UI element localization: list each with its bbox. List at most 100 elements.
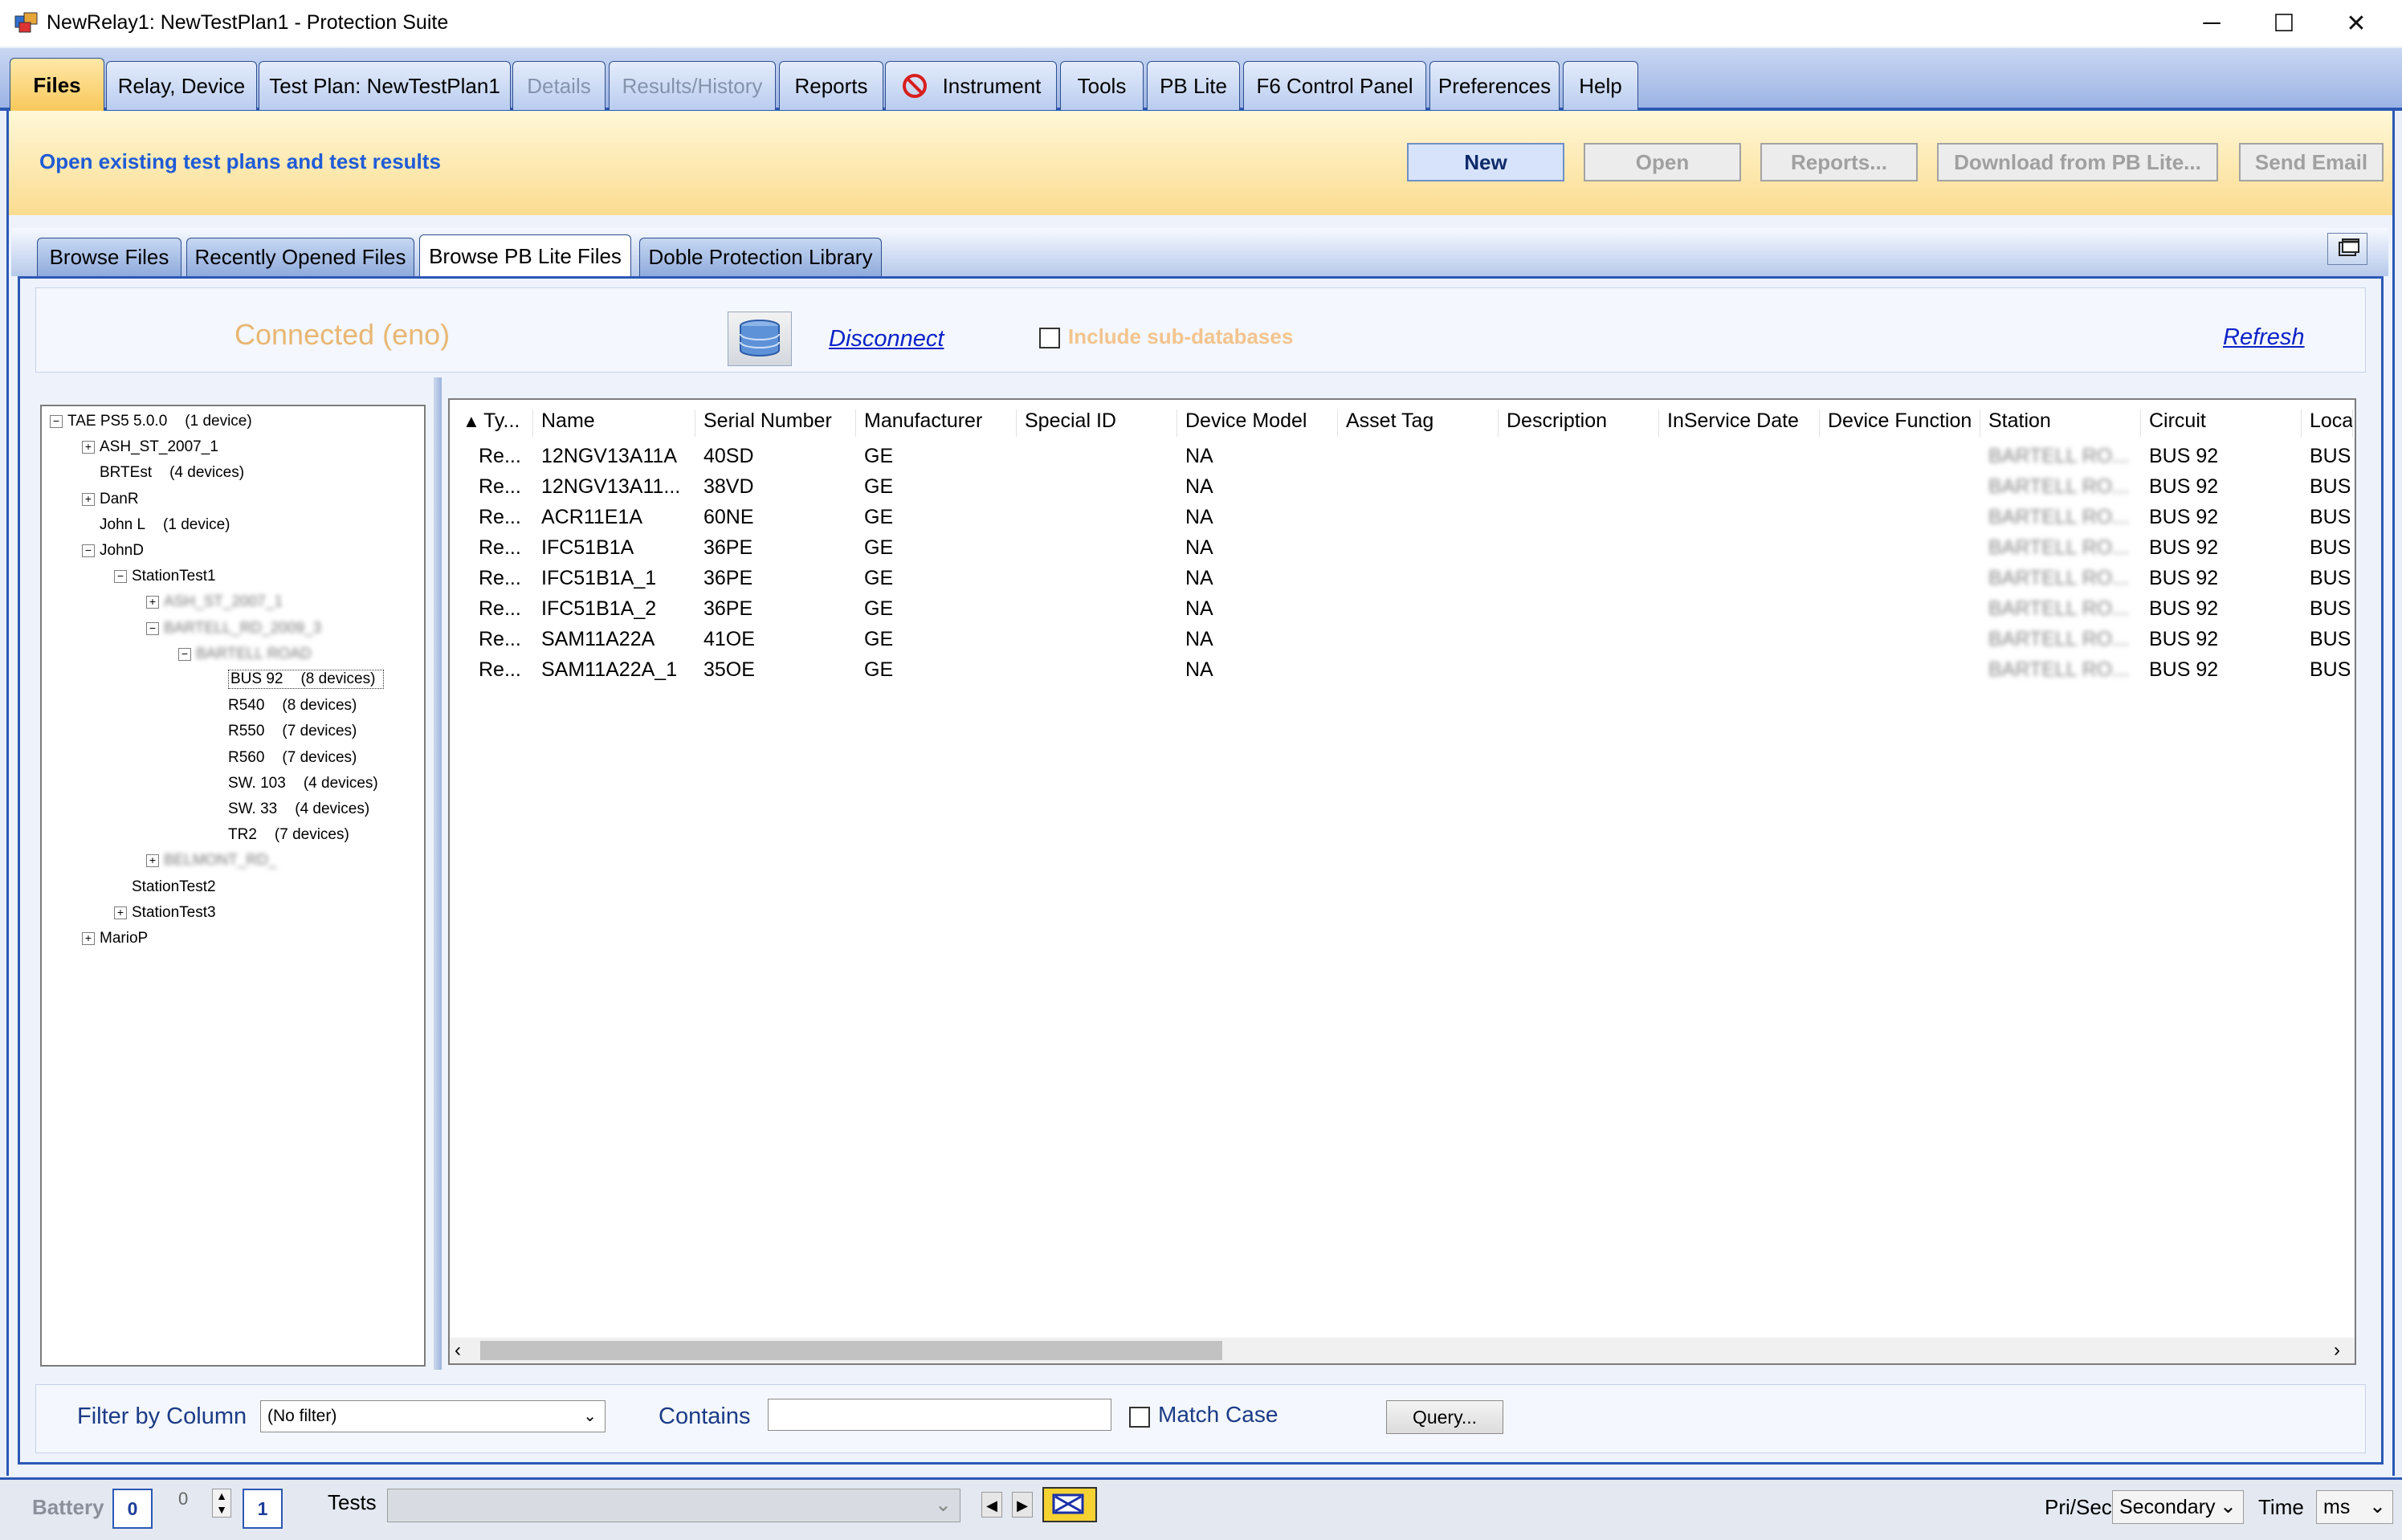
include-sub-databases-checkbox[interactable] xyxy=(1039,328,1060,348)
grid-cell[interactable] xyxy=(1507,536,1656,565)
grid-cell[interactable] xyxy=(1828,628,1977,657)
grid-cell[interactable] xyxy=(1025,567,1174,596)
tree-node[interactable]: TR2 (7 devices) xyxy=(228,826,349,844)
column-header[interactable]: Serial Number xyxy=(695,409,856,437)
grid-cell[interactable]: BUS xyxy=(2310,475,2350,504)
grid-cell[interactable]: NA xyxy=(1185,475,1335,504)
test-status-button[interactable] xyxy=(1042,1487,1097,1522)
tree-node[interactable]: BARTELL ROAD xyxy=(196,646,312,663)
grid-cell[interactable]: BARTELL RO... xyxy=(1988,475,2138,504)
grid-cell[interactable] xyxy=(1507,445,1656,474)
grid-cell[interactable]: 36PE xyxy=(703,567,853,596)
grid-cell[interactable]: NA xyxy=(1185,536,1335,565)
grid-cell[interactable]: GE xyxy=(864,475,1013,504)
download-pb-lite-button[interactable]: Download from PB Lite... xyxy=(1937,143,2218,181)
database-tree[interactable]: − TAE PS5 5.0.0 (1 device) + ASH_ST_2007_1 BR… xyxy=(40,405,426,1367)
column-header[interactable]: Name xyxy=(533,409,695,437)
grid-cell[interactable]: GE xyxy=(864,567,1013,596)
scrollbar-thumb[interactable] xyxy=(480,1341,1222,1360)
grid-cell[interactable]: IFC51B1A xyxy=(541,536,692,565)
grid-cell[interactable] xyxy=(1667,506,1817,535)
column-header[interactable]: Device Model xyxy=(1177,409,1338,437)
grid-cell[interactable] xyxy=(1667,628,1817,657)
splitter-handle[interactable] xyxy=(434,377,442,1370)
time-unit-select[interactable]: ms ⌄ xyxy=(2316,1490,2393,1524)
tree-node[interactable]: SW. 103 (4 devices) xyxy=(228,775,378,792)
column-header[interactable]: Ty... xyxy=(475,409,533,437)
tree-node[interactable]: StationTest3 xyxy=(132,904,216,922)
grid-cell[interactable]: BUS 92 xyxy=(2149,628,2298,657)
column-header[interactable]: Device Function xyxy=(1820,409,1980,437)
refresh-link[interactable]: Refresh xyxy=(2223,324,2305,351)
tree-node[interactable]: StationTest1 xyxy=(132,568,216,585)
grid-cell[interactable]: 36PE xyxy=(703,536,853,565)
pri-sec-select[interactable]: Secondary ⌄ xyxy=(2112,1490,2244,1524)
tab-instrument[interactable]: Instrument xyxy=(885,61,1057,110)
grid-cell[interactable] xyxy=(1025,658,1174,687)
grid-cell[interactable]: Re... xyxy=(479,475,548,504)
grid-cell[interactable]: 35OE xyxy=(703,658,853,687)
grid-cell[interactable]: BARTELL RO... xyxy=(1988,567,2138,596)
grid-cell[interactable] xyxy=(1828,506,1977,535)
match-case-checkbox[interactable] xyxy=(1129,1407,1150,1428)
contains-input[interactable] xyxy=(768,1399,1111,1431)
grid-cell[interactable]: Re... xyxy=(479,506,548,535)
grid-cell[interactable]: GE xyxy=(864,597,1013,626)
grid-cell[interactable]: BUS 92 xyxy=(2149,506,2298,535)
grid-cell[interactable] xyxy=(1828,475,1977,504)
column-header[interactable]: Station xyxy=(1980,409,2141,437)
close-button[interactable]: ✕ xyxy=(2332,6,2380,40)
tab-relay-device[interactable]: Relay, Device xyxy=(106,61,257,110)
tree-node[interactable]: SW. 33 (4 devices) xyxy=(228,801,369,818)
grid-cell[interactable] xyxy=(1346,536,1495,565)
grid-cell[interactable] xyxy=(1828,597,1977,626)
grid-cell[interactable]: BUS xyxy=(2310,536,2350,565)
collapse-icon[interactable]: − xyxy=(50,415,63,428)
tab-reports[interactable]: Reports xyxy=(779,61,883,110)
grid-cell[interactable]: NA xyxy=(1185,597,1335,626)
tree-node[interactable]: JohnD xyxy=(100,542,144,560)
grid-cell[interactable]: NA xyxy=(1185,506,1335,535)
tree-node[interactable]: BRTEst (4 devices) xyxy=(100,464,244,482)
battery-value[interactable]: 0 xyxy=(112,1489,153,1529)
column-header[interactable]: InService Date xyxy=(1659,409,1820,437)
grid-cell[interactable]: Re... xyxy=(479,628,548,657)
grid-cell[interactable]: BARTELL RO... xyxy=(1988,597,2138,626)
tree-node[interactable]: R560 (7 devices) xyxy=(228,749,357,767)
grid-cell[interactable]: 12NGV13A11A xyxy=(541,445,692,474)
tab-browse-pb-lite-files[interactable]: Browse PB Lite Files xyxy=(419,234,631,278)
grid-cell[interactable]: IFC51B1A_1 xyxy=(541,567,692,596)
disconnect-link[interactable]: Disconnect xyxy=(829,326,944,352)
grid-cell[interactable]: BUS 92 xyxy=(2149,536,2298,565)
tab-test-plan-newtestplan1[interactable]: Test Plan: NewTestPlan1 xyxy=(259,61,511,110)
grid-cell[interactable]: NA xyxy=(1185,567,1335,596)
grid-cell[interactable] xyxy=(1667,536,1817,565)
grid-cell[interactable]: 38VD xyxy=(703,475,853,504)
collapse-icon[interactable]: − xyxy=(146,621,159,635)
grid-cell[interactable]: GE xyxy=(864,506,1013,535)
grid-cell[interactable] xyxy=(1828,658,1977,687)
tree-node[interactable]: MarioP xyxy=(100,930,148,947)
restore-panel-button[interactable] xyxy=(2327,233,2367,265)
reports-button[interactable]: Reports... xyxy=(1760,143,1918,181)
tab-results-history[interactable]: Results/History xyxy=(609,61,776,110)
grid-cell[interactable]: BARTELL RO... xyxy=(1988,445,2138,474)
scroll-left-icon[interactable]: ‹ xyxy=(455,1339,461,1362)
spinner-max[interactable]: 1 xyxy=(243,1489,283,1529)
grid-cell[interactable]: BUS xyxy=(2310,658,2350,687)
grid-cell[interactable] xyxy=(1346,567,1495,596)
grid-cell[interactable]: GE xyxy=(864,658,1013,687)
tab-tools[interactable]: Tools xyxy=(1060,61,1144,110)
grid-cell[interactable] xyxy=(1025,445,1174,474)
grid-cell[interactable] xyxy=(1507,567,1656,596)
grid-cell[interactable]: BUS xyxy=(2310,506,2350,535)
next-test-button[interactable]: ▶ xyxy=(1012,1492,1033,1518)
grid-cell[interactable] xyxy=(1346,597,1495,626)
grid-cell[interactable] xyxy=(1346,658,1495,687)
grid-cell[interactable]: 60NE xyxy=(703,506,853,535)
grid-cell[interactable] xyxy=(1828,445,1977,474)
grid-cell[interactable] xyxy=(1507,628,1656,657)
minimize-button[interactable]: ─ xyxy=(2188,6,2236,40)
prev-test-button[interactable]: ◀ xyxy=(981,1492,1002,1518)
grid-cell[interactable]: BUS xyxy=(2310,445,2350,474)
